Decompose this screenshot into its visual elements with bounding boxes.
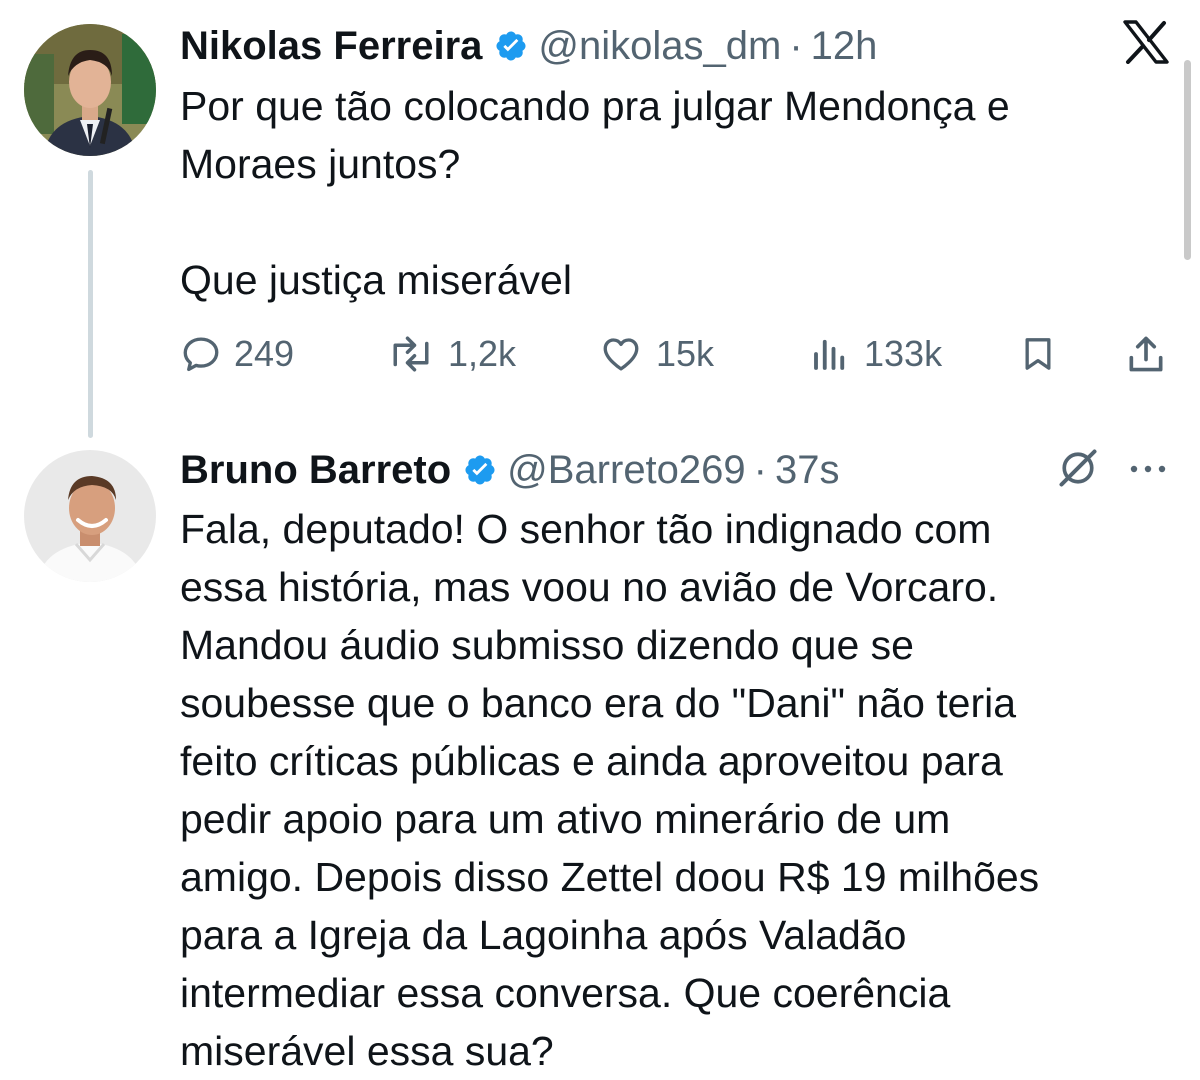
author-name[interactable]: Bruno Barreto bbox=[180, 448, 451, 493]
x-logo-icon[interactable] bbox=[1122, 20, 1170, 69]
tweet-timestamp[interactable]: 12h bbox=[811, 24, 878, 69]
more-options-icon[interactable] bbox=[1126, 454, 1170, 489]
grok-icon[interactable] bbox=[1056, 446, 1100, 495]
share-button[interactable] bbox=[1124, 326, 1180, 382]
reply-icon bbox=[183, 337, 219, 372]
tweet-text: Fala, deputado! O senhor tão indignado c… bbox=[180, 506, 1040, 1074]
author-handle[interactable]: @Barreto269 bbox=[507, 448, 746, 493]
analytics-icon bbox=[814, 339, 845, 370]
thread-connector-line bbox=[88, 170, 93, 438]
view-count: 133k bbox=[864, 333, 943, 374]
like-count: 15k bbox=[656, 333, 715, 374]
share-icon bbox=[1129, 336, 1163, 372]
repost-icon bbox=[393, 336, 429, 372]
author-name[interactable]: Nikolas Ferreira bbox=[180, 24, 482, 69]
author-handle[interactable]: @nikolas_dm bbox=[538, 24, 781, 69]
tweet-text: Por que tão colocando pra julgar Mendonç… bbox=[180, 83, 1010, 303]
tweet-header: Nikolas Ferreira @nikolas_dm · 12h bbox=[180, 20, 877, 72]
tweet-header: Bruno Barreto @Barreto269 · 37s bbox=[180, 444, 839, 496]
scrollbar[interactable] bbox=[1184, 60, 1191, 260]
verified-badge-icon bbox=[494, 29, 528, 63]
bookmark-icon bbox=[1025, 338, 1051, 370]
separator-dot: · bbox=[789, 23, 803, 68]
repost-button[interactable]: 1,2k bbox=[386, 326, 516, 382]
heart-icon bbox=[603, 338, 639, 371]
verified-badge-icon bbox=[463, 453, 497, 487]
reply-button[interactable]: 249 bbox=[180, 326, 294, 382]
like-button[interactable]: 15k bbox=[598, 326, 714, 382]
bookmark-button[interactable] bbox=[1018, 326, 1070, 382]
reply-count: 249 bbox=[234, 333, 295, 374]
avatar-bruno[interactable] bbox=[24, 450, 156, 582]
tweet-timestamp[interactable]: 37s bbox=[775, 448, 840, 493]
repost-count: 1,2k bbox=[448, 333, 517, 374]
tweet-actions: 249 1,2k 15k 133k bbox=[180, 326, 1170, 382]
views-button[interactable]: 133k bbox=[808, 326, 942, 382]
separator-dot: · bbox=[753, 447, 767, 492]
avatar-nikolas[interactable] bbox=[24, 24, 156, 156]
